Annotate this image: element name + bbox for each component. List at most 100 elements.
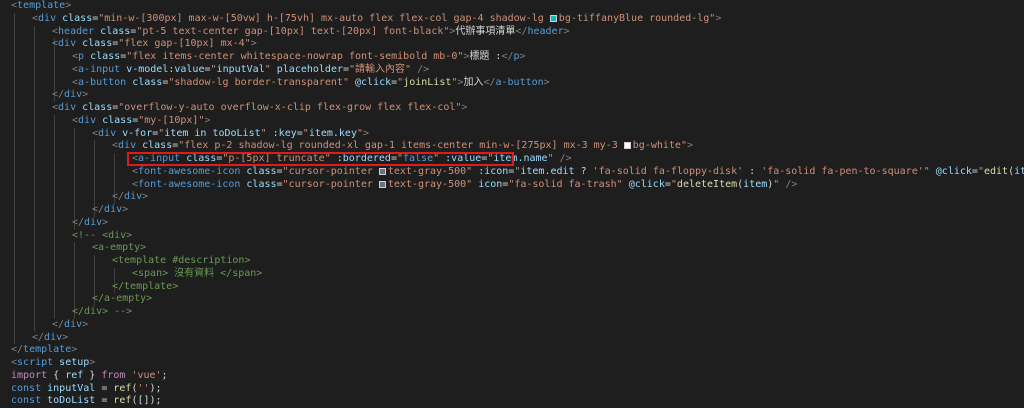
code-token: class: [76, 102, 113, 113]
code-line[interactable]: </div>: [32, 332, 68, 345]
code-line[interactable]: <div class="min-w-[300px] max-w-[50vw] h…: [32, 13, 721, 26]
code-token: >: [82, 89, 89, 101]
code-token: </: [32, 331, 45, 343]
code-line[interactable]: const inputVal = ref('');: [11, 383, 162, 396]
code-token: ([]);: [131, 395, 162, 407]
code-line[interactable]: <script setup>: [11, 357, 95, 370]
code-token: @click: [348, 76, 392, 88]
code-token: "flex items-center whitespace-nowrap fon…: [126, 51, 464, 62]
code-token: <!-- <div>: [72, 229, 133, 241]
code-line[interactable]: <div class="my-[10px]">: [72, 115, 211, 128]
code-token: 'vue': [131, 369, 162, 381]
code-token: >: [65, 0, 72, 11]
code-token: edit: [983, 165, 1009, 177]
code-token: ref: [65, 369, 84, 381]
code-line[interactable]: <a-input v-model:value="inputVal" placeh…: [72, 64, 429, 77]
code-line[interactable]: <div class="flex gap-[10px] mx-4">: [52, 38, 257, 51]
code-line[interactable]: </div>: [52, 319, 88, 332]
color-swatch: [378, 180, 386, 188]
color-swatch: [549, 14, 557, 22]
code-token: a-button: [78, 76, 127, 88]
code-line[interactable]: <p class="flex items-center whitespace-n…: [72, 51, 526, 64]
indent-guide: [54, 114, 55, 319]
code-token: header: [527, 25, 564, 37]
code-token: />: [553, 153, 572, 164]
code-token: </: [11, 344, 24, 356]
code-token: "請輸入內容": [349, 63, 412, 75]
code-token: item in toDoList: [164, 127, 261, 139]
code-token: "overflow-y-auto overflow-x-clip flex-gr…: [118, 102, 462, 113]
code-token: template: [17, 0, 66, 11]
code-token: icon: [472, 178, 503, 190]
code-token: bg-tiffanyBlue rounded-lg": [558, 12, 716, 24]
code-token: </: [52, 318, 65, 330]
code-token: class: [94, 25, 131, 37]
code-token: div: [44, 331, 63, 343]
code-token: </: [112, 191, 125, 203]
code-line[interactable]: <font-awesome-icon class="cursor-pointer…: [132, 166, 1024, 179]
code-token: :icon: [472, 165, 509, 177]
code-token: item.key: [308, 127, 357, 139]
code-token: div: [38, 12, 57, 24]
code-token: >: [142, 191, 149, 203]
code-token: >: [715, 12, 722, 24]
code-line[interactable]: <div v-for="item in toDoList" :key="item…: [92, 128, 369, 141]
code-token: );: [149, 382, 162, 394]
code-line[interactable]: </a-empty>: [92, 293, 152, 306]
code-token: a-input: [78, 63, 121, 75]
code-token: >: [543, 76, 550, 88]
code-token: >: [89, 357, 96, 368]
code-token: "flex p-2 shadow-lg rounded-xl gap-1 ite…: [178, 140, 624, 152]
code-token: text-gray-500": [387, 178, 473, 190]
code-token: class: [96, 114, 133, 126]
code-token: class: [76, 38, 113, 50]
code-token: "min-w-[300px] max-w-[50vw] h-[75vh] mx-…: [98, 12, 550, 24]
code-token: joinList: [403, 76, 452, 88]
code-line[interactable]: </template>: [112, 281, 178, 294]
code-token: </: [515, 25, 528, 37]
code-line[interactable]: import { ref } from 'vue';: [11, 370, 168, 383]
code-token: </: [483, 76, 496, 88]
code-line[interactable]: <span> 沒有資料 </span>: [132, 268, 262, 281]
code-line[interactable]: <div class="overflow-y-auto overflow-x-c…: [52, 102, 467, 115]
code-line[interactable]: </div>: [112, 191, 148, 204]
code-token: template: [23, 344, 72, 356]
code-editor[interactable]: <template> <div class="min-w-[300px] max-…: [0, 0, 1024, 406]
code-line[interactable]: <font-awesome-icon class="cursor-pointer…: [132, 179, 797, 192]
code-line[interactable]: <a-empty>: [92, 242, 146, 255]
code-line[interactable]: </div>: [92, 204, 128, 217]
code-line[interactable]: const toDoList = ref([]);: [11, 395, 162, 408]
code-token: div: [84, 216, 103, 228]
code-token: a-button: [495, 76, 544, 88]
code-token: >: [204, 114, 211, 126]
code-token: "shadow-lg border-transparent": [168, 76, 349, 88]
code-token: ;: [161, 369, 168, 381]
code-line[interactable]: <a-button class="shadow-lg border-transp…: [72, 77, 550, 90]
code-token: div: [118, 140, 137, 152]
code-token: 'fa-solid fa-pen-to-square'": [761, 165, 930, 177]
code-token: class: [126, 76, 163, 88]
code-line[interactable]: <!-- <div>: [72, 230, 132, 243]
code-token: setup: [53, 357, 90, 368]
code-token: class: [56, 12, 93, 24]
code-token: 標題 :: [469, 51, 502, 62]
code-line[interactable]: </template>: [11, 344, 77, 357]
code-line[interactable]: </div>: [52, 89, 88, 102]
highlight-box: [127, 152, 514, 166]
code-token: deleteItem: [676, 178, 738, 190]
code-token: ref: [113, 382, 132, 394]
code-line[interactable]: <header class="pt-5 text-center gap-[10p…: [52, 26, 570, 39]
code-token: text-gray-500": [387, 165, 473, 177]
code-token: >: [62, 331, 69, 343]
code-line[interactable]: <template>: [11, 0, 71, 13]
code-token: font-awesome-icon: [138, 178, 241, 190]
code-line[interactable]: </div> -->: [72, 306, 132, 319]
code-token: @click: [929, 165, 972, 177]
code-token: }: [83, 369, 102, 381]
code-token: <span> 沒有資料 </span>: [132, 267, 263, 279]
code-token: </: [501, 51, 514, 62]
code-token: >: [82, 318, 89, 330]
code-line[interactable]: </div>: [72, 217, 108, 230]
code-token: >: [250, 38, 257, 50]
code-line[interactable]: <template #description>: [112, 255, 250, 268]
